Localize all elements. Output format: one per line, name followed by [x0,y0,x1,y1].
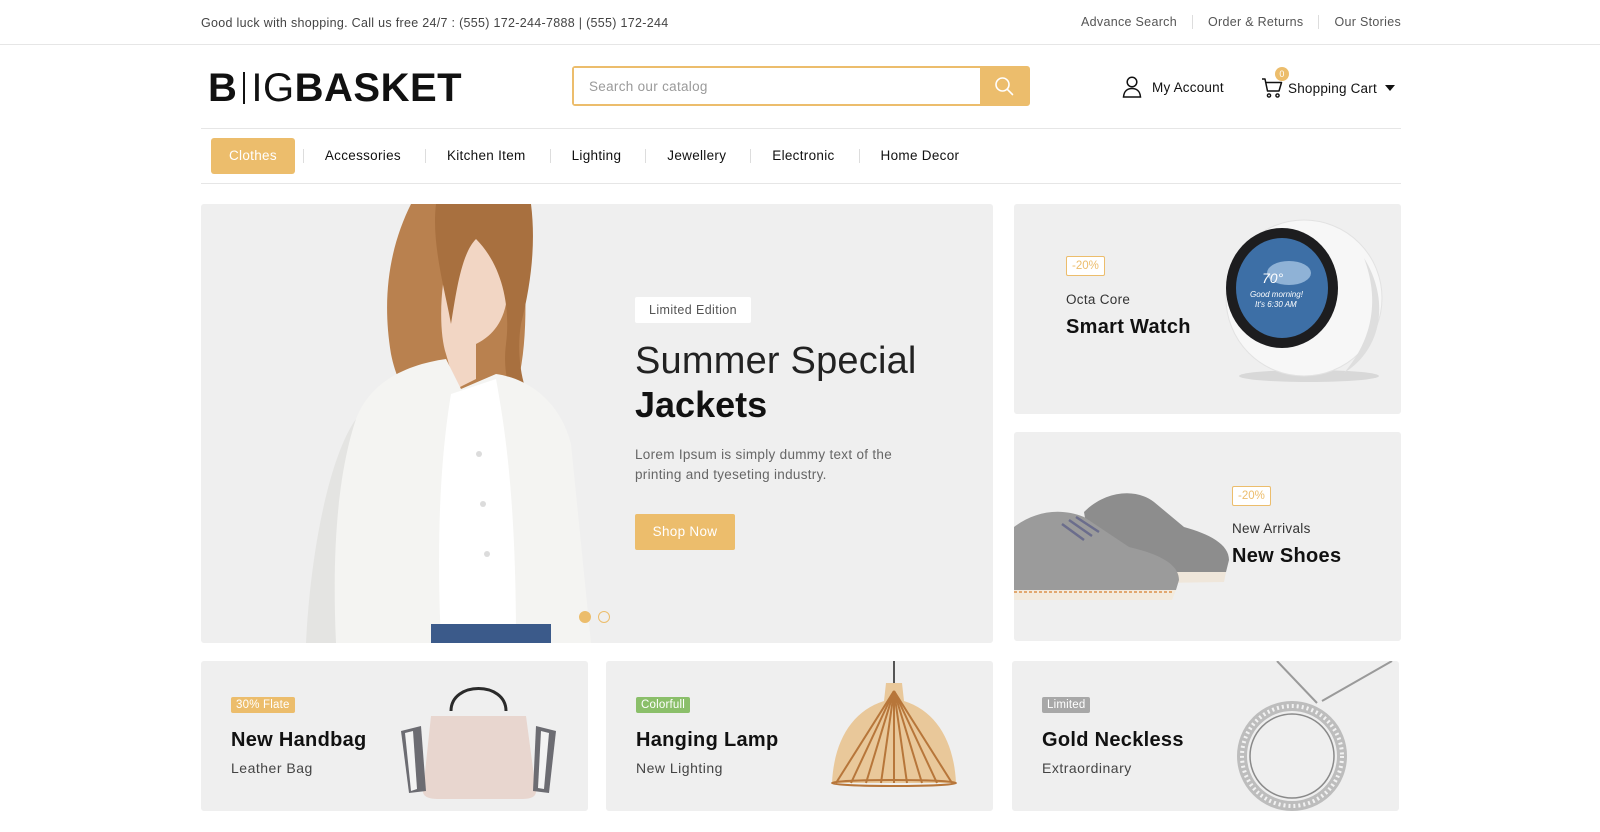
search-input[interactable] [574,68,980,104]
search-icon [995,77,1014,96]
search-button[interactable] [980,68,1028,104]
banner-title: Smart Watch [1066,316,1191,338]
banner-title: New Handbag [231,729,367,751]
nav-item-kitchen-item[interactable]: Kitchen Item [424,138,544,174]
shopping-cart-label: Shopping Cart [1288,80,1377,96]
shopping-cart-button[interactable]: 0 Shopping Cart [1261,67,1395,99]
nav-item-home-decor[interactable]: Home Decor [858,138,978,174]
handbag-image [401,687,556,799]
banner-title: New Shoes [1232,545,1342,567]
shoes-image [1014,493,1229,600]
logo-basket: BASKET [294,65,463,110]
hero-tag: Limited Edition [635,297,751,323]
handbag-banner[interactable]: 30% Flate New Handbag Leather Bag [201,661,588,811]
banner-subtitle: Leather Bag [231,760,313,776]
logo-divider [243,72,246,104]
cart-icon-wrap: 0 [1261,67,1289,99]
banner-subtitle: New Lighting [636,760,723,776]
nav-item-accessories[interactable]: Accessories [302,138,419,174]
top-bar: Good luck with shopping. Call us free 24… [0,0,1600,45]
smart-watch-banner[interactable]: -20% Octa Core Smart Watch 70° Good morn… [1014,204,1401,414]
speaker-screen-temp: 70° [1262,270,1284,286]
shop-now-button[interactable]: Shop Now [635,514,735,550]
speaker-screen-greeting: Good morning! [1250,290,1303,299]
my-account-label: My Account [1152,79,1224,95]
banner-title: Gold Neckless [1042,729,1184,751]
my-account-link[interactable]: My Account [1122,76,1224,98]
hanging-lamp-banner[interactable]: Colorfull Hanging Lamp New Lighting [606,661,993,811]
necklace-image [1237,661,1393,811]
hero-slider: Limited Edition Summer Special Jackets L… [201,204,993,643]
speaker-screen-time: It's 6:30 AM [1255,300,1297,309]
slider-dots [579,611,617,623]
nav-item-lighting[interactable]: Lighting [549,138,640,174]
discount-badge: -20% [1066,256,1105,276]
new-shoes-banner[interactable]: -20% New Arrivals New Shoes [1014,432,1401,641]
discount-badge: -20% [1232,486,1271,506]
logo-b: B [208,65,238,110]
hero-description: Lorem Ipsum is simply dummy text of the … [635,447,893,482]
gold-necklace-banner[interactable]: Limited Gold Neckless Extraordinary [1012,661,1399,811]
banner-label: 30% Flate [231,697,295,713]
advance-search-link[interactable]: Advance Search [1066,15,1192,29]
order-returns-link[interactable]: Order & Returns [1191,15,1319,29]
banner-subtitle: Octa Core [1066,292,1131,307]
slider-dot-1[interactable] [579,611,591,623]
lamp-image [831,661,957,787]
banner-subtitle: Extraordinary [1042,760,1132,776]
nav-item-electronic[interactable]: Electronic [750,138,852,174]
top-links: Advance Search Order & Returns Our Stori… [1066,15,1401,29]
our-stories-link[interactable]: Our Stories [1318,15,1401,29]
search-bar [572,66,1030,106]
chevron-down-icon [1384,85,1395,91]
hero-title-line1: Summer Special [635,340,917,382]
smart-speaker-image [1225,219,1383,382]
banner-label: Colorfull [636,697,690,713]
banner-label: Limited [1042,697,1091,713]
model-jacket-image [306,204,591,643]
banner-subtitle: New Arrivals [1232,521,1311,536]
category-nav: Clothes Accessories Kitchen Item Lightin… [201,128,1401,184]
hero-title-line2: Jackets [635,384,768,425]
slider-dot-2[interactable] [598,611,610,623]
logo-ig: IG [251,65,295,110]
contact-message: Good luck with shopping. Call us free 24… [201,16,669,30]
user-icon [1122,76,1142,98]
logo[interactable]: B IG BASKET [208,66,462,110]
cart-count-badge: 0 [1275,67,1289,81]
nav-item-clothes[interactable]: Clothes [211,138,295,174]
banner-title: Hanging Lamp [636,729,779,751]
nav-item-jewellery[interactable]: Jewellery [645,138,744,174]
